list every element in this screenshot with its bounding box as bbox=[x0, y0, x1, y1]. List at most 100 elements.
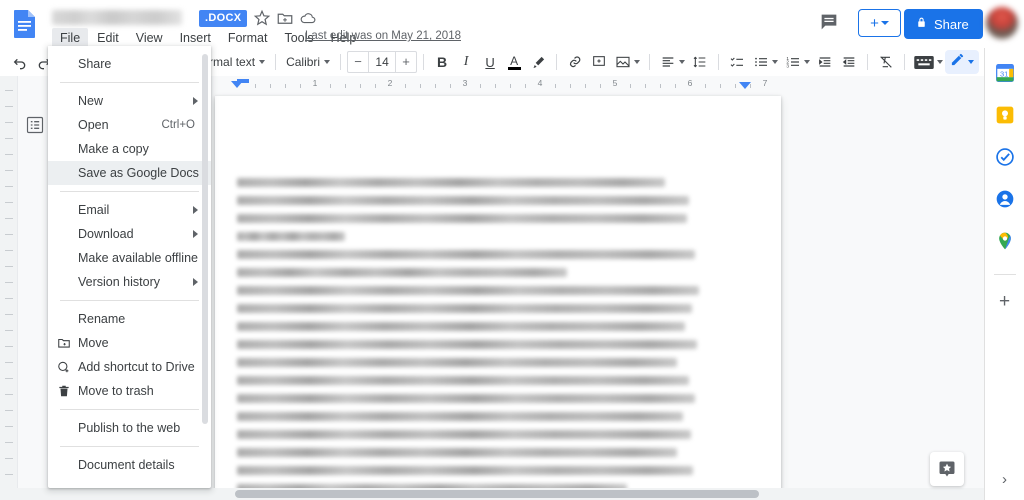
decrease-indent-icon[interactable] bbox=[813, 51, 837, 73]
file-menu-label: Publish to the web bbox=[78, 421, 181, 435]
comment-history-icon[interactable] bbox=[818, 11, 840, 38]
file-menu-label: Move bbox=[78, 336, 109, 350]
add-person-button[interactable]: + bbox=[858, 9, 901, 37]
document-outline-icon[interactable] bbox=[22, 112, 48, 138]
font-size-value[interactable]: 14 bbox=[368, 52, 397, 72]
file-menu-item-move-to-trash[interactable]: Move to trash bbox=[48, 379, 211, 403]
google-maps-icon[interactable] bbox=[994, 230, 1016, 252]
last-edit-link[interactable]: Last edit was on May 21, 2018 bbox=[305, 30, 461, 42]
move-folder-icon bbox=[56, 335, 72, 351]
file-menu-label: Open bbox=[78, 118, 109, 132]
document-page[interactable] bbox=[215, 96, 781, 500]
file-menu-dropdown[interactable]: Share New Open Ctrl+O Make a copy Save a… bbox=[48, 46, 211, 488]
menu-divider bbox=[60, 300, 199, 301]
undo-icon[interactable] bbox=[8, 51, 32, 73]
underline-button[interactable]: U bbox=[478, 51, 502, 73]
chevron-down-icon bbox=[968, 60, 975, 64]
google-calendar-icon[interactable]: 31 bbox=[994, 62, 1016, 84]
google-keep-icon[interactable] bbox=[994, 104, 1016, 126]
chevron-down-icon bbox=[771, 60, 778, 64]
file-menu-item-new[interactable]: New bbox=[48, 89, 211, 113]
panel-divider bbox=[993, 274, 1016, 275]
chevron-down-icon bbox=[880, 21, 889, 25]
file-menu-item-make-a-copy[interactable]: Make a copy bbox=[48, 137, 211, 161]
clear-formatting-icon[interactable] bbox=[874, 51, 898, 73]
explore-button[interactable] bbox=[930, 452, 964, 486]
menu-divider bbox=[60, 191, 199, 192]
file-menu-item-open[interactable]: Open Ctrl+O bbox=[48, 113, 211, 137]
file-format-badge: .DOCX bbox=[199, 10, 248, 27]
menu-view[interactable]: View bbox=[128, 28, 171, 48]
file-menu-item-share[interactable]: Share bbox=[48, 52, 211, 76]
file-menu-label: Email bbox=[78, 203, 110, 217]
file-menu-item-version-history[interactable]: Version history bbox=[48, 270, 211, 294]
horizontal-scroll-thumb[interactable] bbox=[235, 490, 759, 498]
text-color-button[interactable]: A bbox=[502, 51, 526, 73]
app-header: .DOCX File Edit View Insert Format Tools… bbox=[0, 0, 1024, 48]
file-menu-item-email[interactable]: Email bbox=[48, 198, 211, 222]
file-menu-item-make-available-offline[interactable]: Make available offline bbox=[48, 246, 211, 270]
horizontal-scrollbar[interactable] bbox=[0, 488, 1006, 500]
file-menu-item-add-shortcut-to-drive[interactable]: Add shortcut to Drive bbox=[48, 355, 211, 379]
vertical-ruler[interactable] bbox=[0, 76, 18, 500]
edit-pencil-icon bbox=[950, 52, 965, 72]
line-spacing-icon[interactable] bbox=[688, 51, 712, 73]
font-size-decrease-button[interactable]: − bbox=[348, 52, 368, 72]
input-tools-button[interactable] bbox=[911, 51, 945, 73]
bulleted-list-button[interactable] bbox=[749, 51, 781, 73]
user-avatar[interactable] bbox=[986, 7, 1018, 39]
menu-format[interactable]: Format bbox=[220, 28, 276, 48]
font-size-increase-button[interactable]: + bbox=[396, 52, 416, 72]
text-align-button[interactable] bbox=[656, 51, 688, 73]
increase-indent-icon[interactable] bbox=[837, 51, 861, 73]
file-menu-label: Save as Google Docs bbox=[78, 166, 199, 180]
file-menu-item-publish-to-the-web[interactable]: Publish to the web bbox=[48, 416, 211, 440]
chevron-down-icon bbox=[936, 60, 943, 64]
expand-panel-icon[interactable]: › bbox=[1002, 471, 1007, 488]
share-button[interactable]: Share bbox=[904, 9, 983, 39]
insert-link-icon[interactable] bbox=[563, 51, 587, 73]
file-menu-item-document-details[interactable]: Document details bbox=[48, 453, 211, 477]
plus-icon: + bbox=[870, 14, 879, 32]
font-family-value: Calibri bbox=[286, 55, 321, 69]
first-line-indent-marker[interactable] bbox=[231, 81, 243, 88]
document-title[interactable] bbox=[52, 10, 182, 25]
file-menu-label: Move to trash bbox=[78, 384, 154, 398]
horizontal-ruler[interactable]: 1 2 3 4 5 6 7 bbox=[215, 76, 775, 93]
file-menu-item-download[interactable]: Download bbox=[48, 222, 211, 246]
chevron-down-icon bbox=[678, 60, 685, 64]
file-menu-label: Document details bbox=[78, 458, 175, 472]
google-contacts-icon[interactable] bbox=[994, 188, 1016, 210]
add-app-button[interactable]: + bbox=[994, 291, 1016, 313]
file-menu-item-move[interactable]: Move bbox=[48, 331, 211, 355]
italic-button[interactable]: I bbox=[454, 51, 478, 73]
ruler-number: 4 bbox=[537, 78, 543, 88]
add-comment-icon[interactable] bbox=[587, 51, 611, 73]
file-menu-scroll-thumb[interactable] bbox=[202, 54, 208, 424]
file-menu-shortcut: Ctrl+O bbox=[161, 119, 195, 131]
file-menu-label: Add shortcut to Drive bbox=[78, 360, 195, 374]
google-tasks-icon[interactable] bbox=[994, 146, 1016, 168]
checklist-icon[interactable] bbox=[725, 51, 749, 73]
file-menu-item-rename[interactable]: Rename bbox=[48, 307, 211, 331]
highlight-pen-icon[interactable] bbox=[526, 51, 550, 73]
font-size-stepper[interactable]: − 14 + bbox=[347, 51, 418, 73]
submenu-arrow-icon bbox=[193, 278, 198, 286]
font-family-select[interactable]: Calibri bbox=[282, 51, 334, 73]
menu-divider bbox=[60, 82, 199, 83]
file-menu-label: New bbox=[78, 94, 104, 108]
file-menu-item-save-as-google-docs[interactable]: Save as Google Docs bbox=[48, 161, 211, 185]
edit-mode-button[interactable] bbox=[945, 50, 980, 74]
svg-text:31: 31 bbox=[999, 69, 1007, 78]
numbered-list-button[interactable]: 123 bbox=[781, 51, 813, 73]
google-docs-window: .DOCX File Edit View Insert Format Tools… bbox=[0, 0, 1024, 500]
insert-image-button[interactable] bbox=[611, 51, 643, 73]
file-menu-scrollbar[interactable] bbox=[202, 54, 208, 436]
menu-edit[interactable]: Edit bbox=[89, 28, 127, 48]
bold-button[interactable]: B bbox=[430, 51, 454, 73]
google-docs-logo[interactable] bbox=[11, 9, 39, 39]
file-menu-label: Make available offline bbox=[78, 251, 198, 265]
menu-insert[interactable]: Insert bbox=[172, 28, 219, 48]
submenu-arrow-icon bbox=[193, 230, 198, 238]
menu-file[interactable]: File bbox=[52, 28, 89, 48]
